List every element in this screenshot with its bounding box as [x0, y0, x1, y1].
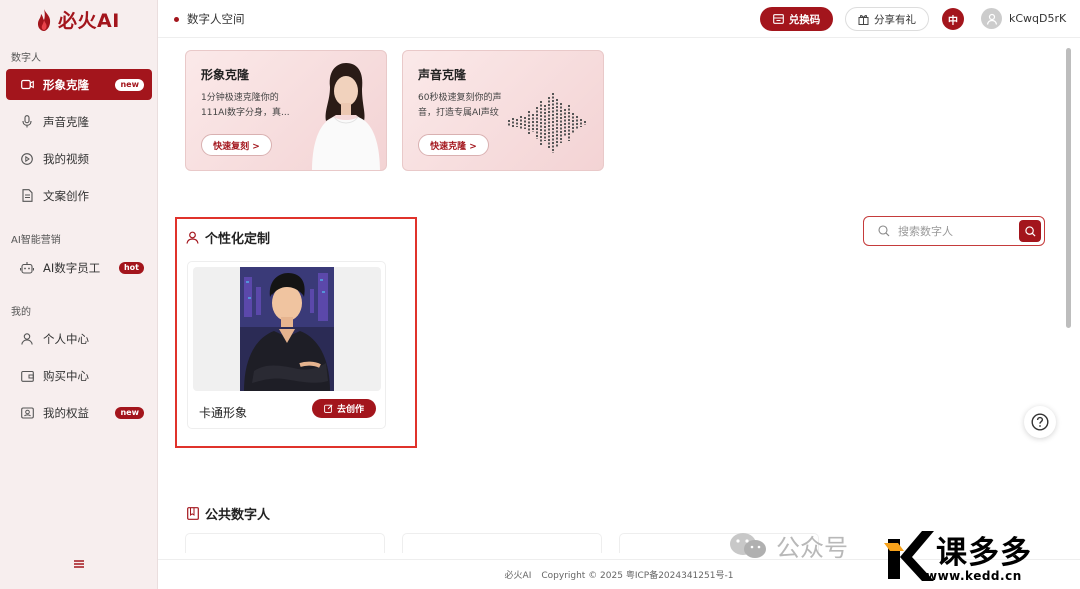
- hot-badge: hot: [118, 261, 144, 274]
- image-clone-title: 形象克隆: [201, 68, 250, 82]
- edit-icon: [324, 404, 333, 413]
- search-icon: [878, 225, 890, 237]
- username[interactable]: kCwqD5rK: [1009, 12, 1066, 25]
- flame-logo-icon: [37, 8, 51, 31]
- play-circle-icon: [20, 152, 34, 166]
- image-clone-card[interactable]: 形象克隆 1分钟极速克隆你的111AI数字分身，真... 快速复刻 >: [185, 50, 387, 171]
- public-avatar-card[interactable]: [402, 533, 602, 553]
- share-gift-label: 分享有礼: [874, 13, 916, 26]
- sidebar-item-label: 我的视频: [43, 151, 89, 166]
- user-outline-icon: [186, 231, 199, 244]
- search-icon: [1024, 225, 1036, 237]
- avatar[interactable]: [981, 8, 1002, 29]
- sidebar-item-my-benefits[interactable]: 我的权益 new: [6, 397, 152, 428]
- share-gift-button[interactable]: 分享有礼: [845, 7, 929, 31]
- sidebar-section-digital-human: 数字人: [11, 53, 41, 64]
- wechat-watermark-text: 公众号: [776, 534, 848, 562]
- custom-section-title: 个性化定制: [186, 228, 270, 247]
- footer-brand: 必火AI: [504, 571, 532, 581]
- kedd-brand-url: www.kedd.cn: [926, 569, 1022, 583]
- redeem-code-button[interactable]: 兑换码: [760, 7, 833, 31]
- sound-wave-icon: [508, 93, 586, 153]
- voice-clone-card[interactable]: 声音克隆 60秒极速复刻你的声音，打造专属AI声纹 快速克隆 >: [402, 50, 604, 171]
- logo-text: 必火AI: [58, 10, 120, 32]
- sidebar-item-label: 声音克隆: [43, 114, 89, 129]
- book-icon: [187, 507, 199, 520]
- sidebar-section-mine: 我的: [11, 307, 31, 318]
- sidebar-item-label: 形象克隆: [43, 77, 89, 92]
- footer-copyright: Copyright © 2025 粤ICP备2024341251号-1: [541, 571, 734, 581]
- logo[interactable]: 必火AI: [34, 6, 120, 33]
- public-section-title: 公共数字人: [187, 504, 270, 523]
- sidebar-item-label: 文案创作: [43, 188, 89, 203]
- menu-collapse-icon[interactable]: [72, 555, 86, 568]
- voice-clone-title: 声音克隆: [418, 68, 467, 82]
- main-content: 形象克隆 1分钟极速克隆你的111AI数字分身，真... 快速复刻 > 声音克隆…: [158, 38, 1080, 559]
- sidebar-item-ai-employee[interactable]: AI数字员工 hot: [6, 252, 152, 283]
- quick-replicate-button[interactable]: 快速复刻 >: [201, 134, 272, 156]
- avatar-name: 卡通形象: [199, 406, 248, 420]
- scrollbar[interactable]: [1066, 48, 1071, 328]
- question-icon: [1031, 413, 1049, 431]
- sidebar-item-purchase-center[interactable]: 购买中心: [6, 360, 152, 391]
- search-bar: [863, 216, 1045, 246]
- sidebar-item-copywriting[interactable]: 文案创作: [6, 180, 152, 211]
- help-button[interactable]: [1024, 406, 1056, 438]
- cartoon-avatar-card[interactable]: 卡通形象 去创作: [187, 261, 386, 429]
- image-clone-desc: 1分钟极速克隆你的111AI数字分身，真...: [201, 93, 290, 118]
- new-badge: new: [115, 78, 144, 91]
- search-input[interactable]: [898, 224, 1008, 238]
- woman-portrait-image: [312, 63, 380, 170]
- user-avatar-icon: [986, 13, 997, 25]
- new-badge: new: [115, 406, 144, 419]
- breadcrumb-dot-icon: [174, 16, 179, 22]
- sidebar-item-label: AI数字员工: [43, 260, 101, 275]
- public-section-label: 公共数字人: [205, 508, 271, 523]
- sidebar-item-image-clone[interactable]: 形象克隆 new: [6, 69, 152, 100]
- cartoon-man-image: [240, 267, 334, 391]
- voice-clone-desc: 60秒极速复刻你的声音，打造专属AI声纹: [418, 93, 502, 118]
- ticket-icon: [772, 14, 784, 24]
- kedd-brand-logo: 课多多 www.kedd.cn: [882, 527, 1080, 589]
- public-avatar-card[interactable]: [185, 533, 385, 553]
- language-switch-button[interactable]: 中: [942, 8, 964, 30]
- kedd-brand-name: 课多多: [936, 535, 1032, 571]
- microphone-icon: [20, 115, 34, 129]
- sidebar-item-label: 我的权益: [43, 405, 89, 420]
- sidebar-item-label: 购买中心: [43, 368, 89, 383]
- search-button[interactable]: [1019, 220, 1041, 242]
- sidebar-item-label: 个人中心: [43, 331, 89, 346]
- sidebar-item-my-videos[interactable]: 我的视频: [6, 143, 152, 174]
- document-icon: [20, 189, 34, 203]
- breadcrumb: 数字人空间: [174, 11, 245, 27]
- go-create-button[interactable]: 去创作: [312, 399, 376, 418]
- wechat-icon: [730, 532, 766, 558]
- sidebar: 必火AI 数字人 形象克隆 new 声音克隆 我的视频 文案创作 AI智能营销 …: [0, 0, 158, 589]
- wechat-watermark: 公众号: [728, 528, 848, 563]
- sidebar-section-ai-marketing: AI智能营销: [11, 235, 61, 246]
- sidebar-item-personal-center[interactable]: 个人中心: [6, 323, 152, 354]
- breadcrumb-label: 数字人空间: [187, 12, 245, 26]
- avatar-photo-area: [193, 267, 381, 391]
- wallet-icon: [20, 369, 34, 383]
- custom-section-label: 个性化定制: [205, 232, 271, 247]
- custom-section: 个性化定制 卡通形象 去创作: [175, 217, 417, 448]
- sidebar-item-voice-clone[interactable]: 声音克隆: [6, 106, 152, 137]
- go-create-label: 去创作: [336, 405, 364, 415]
- redeem-code-label: 兑换码: [788, 13, 821, 26]
- top-bar: 数字人空间 兑换码 分享有礼 中 kCwqD5rK: [158, 0, 1080, 38]
- user-icon: [20, 332, 34, 346]
- video-icon: [20, 78, 34, 92]
- quick-clone-button[interactable]: 快速克隆 >: [418, 134, 489, 156]
- robot-icon: [20, 261, 34, 275]
- gift-icon: [858, 14, 869, 25]
- benefits-icon: [20, 406, 34, 420]
